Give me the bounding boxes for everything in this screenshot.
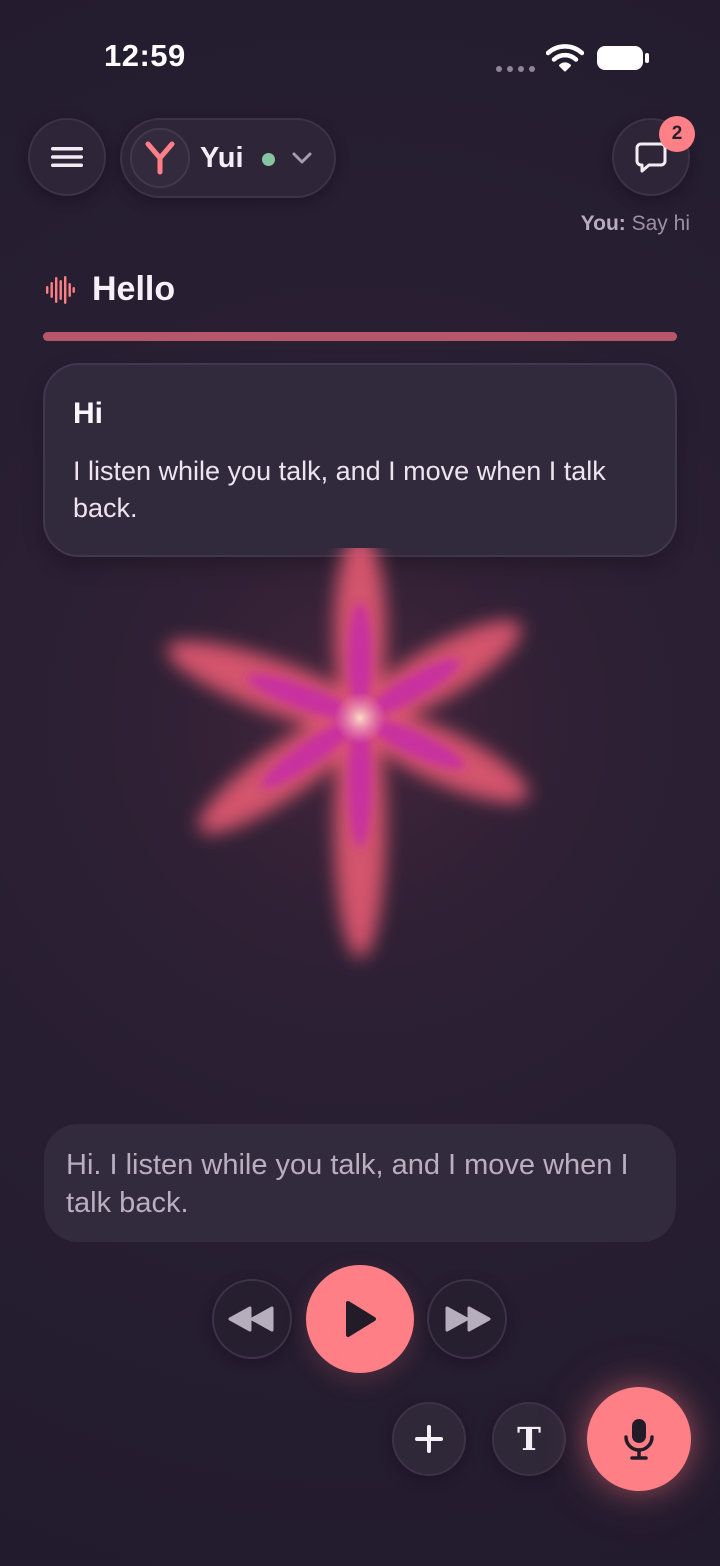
assistant-selector[interactable]: Yui — [120, 118, 336, 198]
fast-forward-button[interactable] — [427, 1279, 507, 1359]
message-body: I listen while you talk, and I move when… — [73, 456, 606, 523]
online-status-dot — [262, 153, 275, 166]
voice-visualizer-flower — [130, 548, 590, 958]
session-title: Hello — [92, 270, 176, 308]
progress-bar — [43, 332, 677, 341]
rewind-icon — [228, 1306, 274, 1332]
you-message: Say hi — [631, 212, 690, 235]
add-button[interactable] — [392, 1402, 466, 1476]
message-card: Hi I listen while you talk, and I move w… — [43, 363, 677, 557]
progress-fill — [43, 332, 677, 341]
fast-forward-icon — [445, 1306, 491, 1332]
you-label: You: — [580, 212, 626, 235]
avatar — [130, 128, 190, 188]
play-icon — [346, 1301, 376, 1337]
microphone-icon — [624, 1419, 654, 1460]
text-mode-label: T — [517, 1420, 541, 1458]
assistant-name: Yui — [200, 142, 244, 174]
plus-icon — [415, 1425, 443, 1453]
play-button[interactable] — [306, 1265, 414, 1373]
hamburger-menu-icon — [51, 147, 83, 167]
cellular-signal-icon — [496, 66, 535, 72]
last-user-message: You: Say hi — [581, 212, 690, 236]
chevron-down-icon — [292, 152, 312, 164]
text-input-button[interactable]: T — [492, 1402, 566, 1476]
message-title: Hi — [73, 397, 103, 430]
wifi-icon — [546, 44, 584, 72]
transcript-box: Hi. I listen while you talk, and I move … — [44, 1124, 676, 1242]
battery-icon — [597, 46, 649, 70]
status-time: 12:59 — [104, 38, 186, 73]
y-logo-icon — [145, 141, 175, 175]
menu-button[interactable] — [28, 118, 106, 196]
rewind-button[interactable] — [212, 1279, 292, 1359]
chat-unread-badge: 2 — [659, 116, 695, 152]
audio-wave-icon — [46, 276, 75, 304]
microphone-button[interactable] — [587, 1387, 691, 1491]
app-screen: 12:59 Yui 2 You: Say hi Hello Hi I liste… — [0, 0, 720, 1566]
